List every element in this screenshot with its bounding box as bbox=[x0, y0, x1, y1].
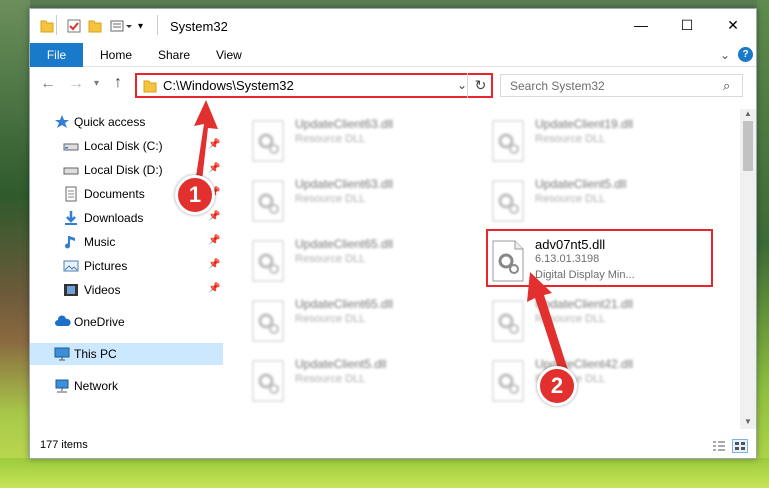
arrow-2 bbox=[527, 272, 568, 374]
annotation-arrows bbox=[193, 100, 568, 374]
step-marker-1: 1 bbox=[175, 175, 215, 215]
step-marker-2: 2 bbox=[537, 366, 577, 406]
